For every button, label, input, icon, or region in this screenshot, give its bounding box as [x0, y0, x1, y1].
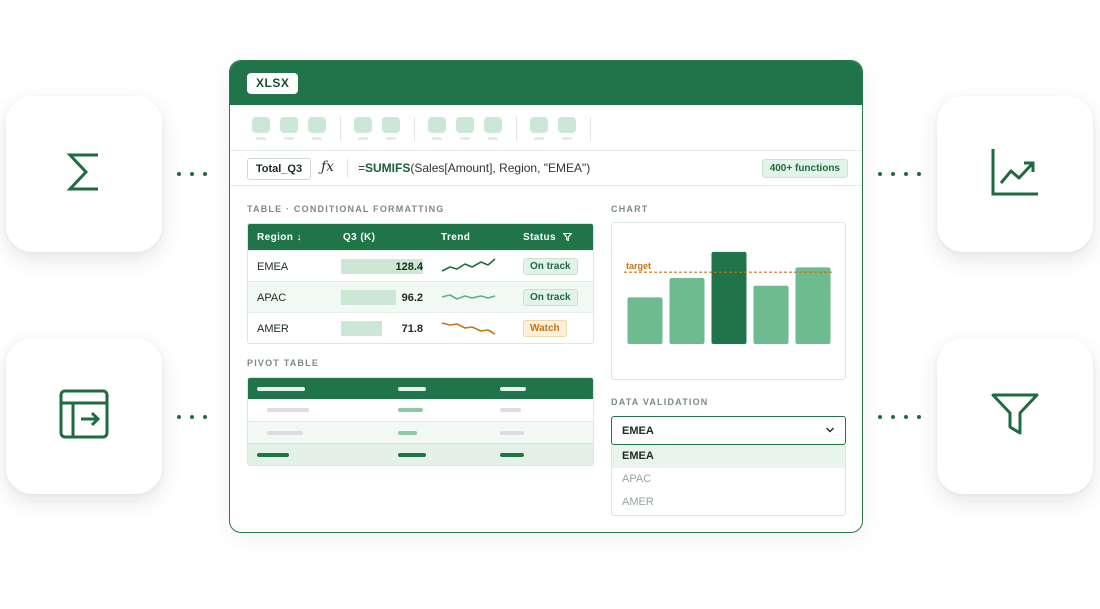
header-q3[interactable]: Q3 (K) [343, 232, 375, 243]
ribbon-button[interactable] [354, 117, 372, 141]
table-row[interactable]: AMER 71.8 Watch [248, 312, 593, 343]
spreadsheet-window: XLSX Total_Q3 ƒx =SUMIFS(Sales[Amount], … [229, 60, 863, 533]
ribbon-button[interactable] [252, 117, 270, 141]
header-status[interactable]: Status [523, 232, 573, 243]
row-value: 71.8 [401, 323, 423, 335]
bar-chart: target [624, 251, 834, 344]
ribbon-separator [590, 117, 591, 141]
sum-feature-card [6, 96, 162, 252]
formula-args: (Sales[Amount], Region, "EMEA") [410, 161, 591, 175]
pivot-cell-placeholder [267, 431, 303, 435]
pivot-total-placeholder [398, 453, 426, 457]
chevron-down-icon [826, 427, 834, 433]
pivot-header-row [248, 378, 593, 399]
dropdown-option[interactable]: AMER [612, 491, 845, 514]
connector-dots [878, 172, 921, 176]
chart-feature-card [937, 96, 1093, 252]
line-chart-icon [990, 147, 1040, 202]
pivot-total-placeholder [257, 453, 289, 457]
cf-table-header: Region ↓ Q3 (K) Trend Status [248, 224, 593, 250]
ribbon-separator [516, 117, 517, 141]
chart-section-label: CHART [611, 204, 649, 214]
ribbon-button[interactable] [530, 117, 548, 141]
sparkline-up [441, 258, 496, 272]
target-label: target [626, 261, 651, 271]
header-status-label: Status [523, 232, 556, 243]
dropdown-option[interactable]: APAC [612, 468, 845, 491]
title-bar: XLSX [230, 61, 862, 105]
pivot-cell-placeholder [267, 408, 309, 412]
ribbon-button[interactable] [308, 117, 326, 141]
chart-bar-5 [795, 267, 831, 344]
filter-small-icon [562, 232, 573, 242]
chart-bar-2 [669, 278, 705, 344]
row-value: 96.2 [401, 292, 423, 304]
pivot-row[interactable] [248, 399, 593, 421]
pivot-icon [58, 388, 110, 445]
ribbon-button[interactable] [428, 117, 446, 141]
sigma-icon [64, 149, 104, 200]
sparkline-down [441, 322, 496, 335]
cf-table: Region ↓ Q3 (K) Trend Status EMEA 128.4 … [247, 223, 594, 344]
connector-dots [878, 415, 921, 419]
dropdown-selected-value: EMEA [622, 425, 654, 437]
table-row[interactable]: APAC 96.2 On track [248, 281, 593, 312]
chart-bar-4 [753, 285, 789, 344]
chart-bar-1 [627, 297, 663, 344]
status-badge: On track [523, 289, 578, 306]
connector-dots [177, 415, 207, 419]
ribbon-button[interactable] [280, 117, 298, 141]
status-badge: Watch [523, 320, 567, 337]
formula-function: SUMIFS [365, 161, 411, 175]
name-box[interactable]: Total_Q3 [247, 158, 311, 180]
validation-dropdown[interactable]: EMEA [611, 416, 846, 445]
row-region: EMEA [257, 261, 289, 273]
row-region: APAC [257, 292, 287, 304]
ribbon-button[interactable] [484, 117, 502, 141]
pivot-section-label: PIVOT TABLE [247, 358, 320, 368]
cf-section-label: TABLE · CONDITIONAL FORMATTING [247, 204, 445, 214]
filter-feature-card [937, 338, 1093, 494]
ribbon-button[interactable] [558, 117, 576, 141]
status-badge: On track [523, 258, 578, 275]
functions-badge: 400+ functions [761, 159, 848, 178]
ribbon-toolbar [230, 105, 862, 151]
pivot-total-placeholder [500, 453, 524, 457]
dropdown-options-list: EMEA APAC AMER [611, 445, 846, 516]
header-region[interactable]: Region ↓ [257, 232, 302, 243]
chart-bar-3 [711, 251, 747, 344]
sparkline-flat [441, 294, 496, 300]
chart-area: target [611, 222, 846, 380]
pivot-total-row[interactable] [248, 443, 593, 465]
ribbon-button[interactable] [382, 117, 400, 141]
dropdown-option[interactable]: EMEA [612, 445, 845, 468]
row-region: AMER [257, 323, 289, 335]
pivot-feature-card [6, 338, 162, 494]
pivot-header-placeholder [257, 387, 305, 391]
header-trend[interactable]: Trend [441, 232, 470, 243]
pivot-cell-placeholder [398, 408, 423, 412]
row-value: 128.4 [395, 261, 423, 273]
filter-icon [990, 391, 1040, 442]
pivot-cell-placeholder [500, 431, 524, 435]
pivot-cell-placeholder [398, 431, 417, 435]
validation-section-label: DATA VALIDATION [611, 397, 709, 407]
formula-bar: Total_Q3 ƒx =SUMIFS(Sales[Amount], Regio… [230, 151, 862, 186]
fx-icon: ƒx [321, 159, 335, 175]
pivot-row[interactable] [248, 421, 593, 443]
ribbon-button[interactable] [456, 117, 474, 141]
pivot-header-placeholder [398, 387, 426, 391]
table-row[interactable]: EMEA 128.4 On track [248, 250, 593, 281]
formula-input[interactable]: =SUMIFS(Sales[Amount], Region, "EMEA") [358, 161, 590, 175]
ribbon-separator [414, 117, 415, 141]
pivot-cell-placeholder [500, 408, 521, 412]
formula-separator [347, 159, 348, 178]
connector-dots [177, 172, 207, 176]
pivot-header-placeholder [500, 387, 526, 391]
file-type-badge: XLSX [247, 73, 299, 94]
pivot-table [247, 377, 594, 466]
ribbon-separator [340, 117, 341, 141]
formula-prefix: = [358, 161, 366, 175]
